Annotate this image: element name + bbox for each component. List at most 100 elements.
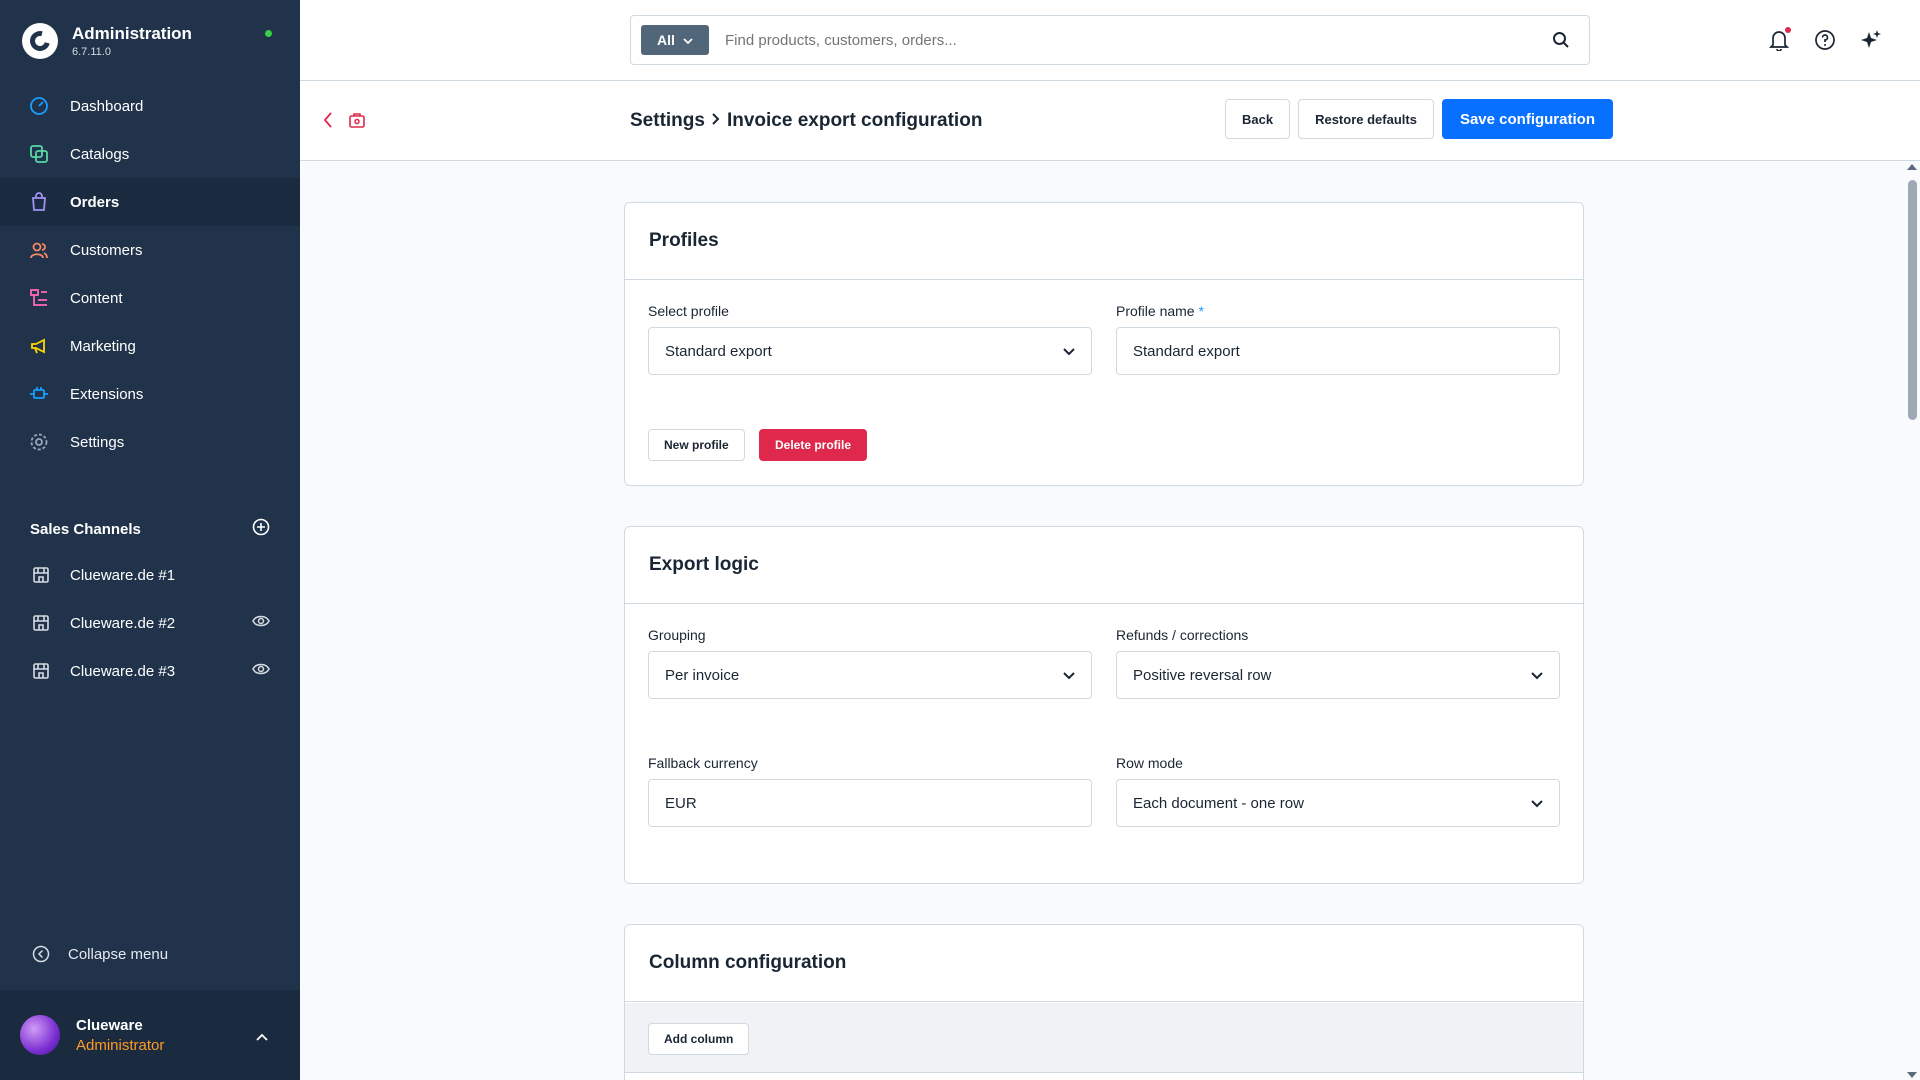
sales-channel-item[interactable]: Clueware.de #2 <box>0 599 300 647</box>
refunds-dropdown[interactable]: Positive reversal row <box>1116 651 1560 699</box>
export-logic-title: Export logic <box>625 527 1583 604</box>
select-profile-field: Select profile Standard export <box>648 303 1092 375</box>
content-icon <box>28 287 50 309</box>
eye-icon[interactable] <box>252 662 270 680</box>
nav-item-dashboard[interactable]: Dashboard <box>0 82 300 130</box>
profile-name-input[interactable]: Standard export <box>1116 327 1560 375</box>
select-profile-value: Standard export <box>665 342 772 360</box>
fallback-currency-value: EUR <box>665 794 697 812</box>
nav-item-customers[interactable]: Customers <box>0 226 300 274</box>
row-mode-dropdown[interactable]: Each document - one row <box>1116 779 1560 827</box>
notification-badge <box>1785 27 1791 33</box>
status-online-icon <box>265 30 272 37</box>
row-mode-value: Each document - one row <box>1133 794 1304 812</box>
back-arrow-icon[interactable] <box>322 111 334 134</box>
sparkle-icon[interactable] <box>1860 29 1882 51</box>
refunds-value: Positive reversal row <box>1133 666 1272 684</box>
nav-label: Marketing <box>70 337 136 355</box>
shopware-logo-icon[interactable] <box>22 23 58 59</box>
smart-bar: Settings Invoice export configuration Ba… <box>300 81 1920 161</box>
chevron-down-icon <box>683 32 693 48</box>
app-version: 6.7.11.0 <box>72 46 111 58</box>
nav-label: Settings <box>70 433 125 451</box>
select-profile-dropdown[interactable]: Standard export <box>648 327 1092 375</box>
search-input[interactable] <box>725 31 1541 49</box>
profiles-card: Profiles Select profile Standard export … <box>624 202 1584 486</box>
dashboard-icon <box>28 95 50 117</box>
extensions-icon <box>28 383 50 405</box>
chevron-down-icon <box>1531 667 1543 684</box>
nav-label: Dashboard <box>70 97 144 115</box>
new-profile-button[interactable]: New profile <box>648 429 745 461</box>
module-icon <box>348 111 366 134</box>
bell-icon[interactable] <box>1768 27 1791 51</box>
page-title: Invoice export configuration <box>726 110 983 131</box>
nav-item-settings[interactable]: Settings <box>0 418 300 466</box>
scrollbar[interactable] <box>1904 162 1920 1080</box>
collapse-label: Collapse menu <box>68 945 169 963</box>
refunds-label: Refunds / corrections <box>1116 627 1249 643</box>
scroll-down-icon[interactable] <box>1907 1072 1917 1078</box>
search-icon[interactable] <box>1541 31 1581 49</box>
sales-channel-list: Clueware.de #1 Clueware.de #2 Clueware.d… <box>0 551 300 695</box>
sales-channel-item[interactable]: Clueware.de #3 <box>0 647 300 695</box>
topbar: All <box>300 0 1920 81</box>
avatar <box>20 1015 60 1055</box>
back-button[interactable]: Back <box>1225 99 1291 139</box>
eye-icon[interactable] <box>252 614 270 632</box>
add-sales-channel-icon[interactable] <box>252 518 270 540</box>
sales-channel-label: Clueware.de #3 <box>70 662 176 680</box>
column-configuration-title: Column configuration <box>625 925 1583 1002</box>
sales-channel-label: Clueware.de #1 <box>70 566 176 584</box>
chevron-down-icon <box>1063 343 1075 360</box>
nav-item-content[interactable]: Content <box>0 274 300 322</box>
nav-label: Orders <box>70 193 120 211</box>
app-title: Administration <box>72 24 192 43</box>
main-nav: Dashboard Catalogs Orders Customers Cont… <box>0 82 300 466</box>
help-icon[interactable] <box>1814 29 1836 51</box>
profiles-title: Profiles <box>625 203 1583 280</box>
chevron-up-icon[interactable] <box>256 1028 268 1046</box>
save-configuration-button[interactable]: Save configuration <box>1441 99 1613 139</box>
main-content: Profiles Select profile Standard export … <box>300 162 1900 1080</box>
profile-name-label: Profile name <box>1116 303 1195 319</box>
sales-channel-item[interactable]: Clueware.de #1 <box>0 551 300 599</box>
grouping-dropdown[interactable]: Per invoice <box>648 651 1092 699</box>
chevron-down-icon <box>1063 667 1075 684</box>
orders-icon <box>28 191 50 213</box>
restore-defaults-button[interactable]: Restore defaults <box>1298 99 1434 139</box>
search-scope-label: All <box>657 32 675 48</box>
nav-item-extensions[interactable]: Extensions <box>0 370 300 418</box>
storefront-icon <box>30 564 52 586</box>
sales-channels-header: Sales Channels <box>30 518 270 540</box>
user-menu[interactable]: Clueware Administrator <box>0 990 300 1080</box>
fallback-currency-input[interactable]: EUR <box>648 779 1092 827</box>
user-name: Clueware <box>76 1016 143 1034</box>
sales-channels-title: Sales Channels <box>30 520 141 538</box>
breadcrumb: Settings Invoice export configuration <box>630 110 982 132</box>
breadcrumb-parent[interactable]: Settings <box>630 110 705 132</box>
scrollbar-thumb[interactable] <box>1908 180 1917 420</box>
fallback-currency-label: Fallback currency <box>648 755 758 771</box>
global-search: All <box>630 15 1590 65</box>
storefront-icon <box>30 660 52 682</box>
topbar-icons <box>1768 27 1882 51</box>
customers-icon <box>28 239 50 261</box>
smart-bar-actions: Back Restore defaults Save configuration <box>1225 99 1613 139</box>
row-mode-label: Row mode <box>1116 755 1183 771</box>
search-scope-dropdown[interactable]: All <box>641 25 709 55</box>
sidebar: Administration 6.7.11.0 Dashboard Catalo… <box>0 0 300 1080</box>
grouping-value: Per invoice <box>665 666 740 684</box>
collapse-menu-button[interactable]: Collapse menu <box>30 943 168 965</box>
scroll-up-icon[interactable] <box>1907 164 1917 170</box>
delete-profile-button[interactable]: Delete profile <box>759 429 868 461</box>
settings-icon <box>28 431 50 453</box>
storefront-icon <box>30 612 52 634</box>
nav-item-marketing[interactable]: Marketing <box>0 322 300 370</box>
catalogs-icon <box>28 143 50 165</box>
column-configuration-card: Column configuration Add column <box>624 924 1584 1080</box>
nav-item-orders[interactable]: Orders <box>0 178 300 226</box>
add-column-button[interactable]: Add column <box>648 1023 750 1055</box>
nav-item-catalogs[interactable]: Catalogs <box>0 130 300 178</box>
chevron-down-icon <box>1531 795 1543 812</box>
